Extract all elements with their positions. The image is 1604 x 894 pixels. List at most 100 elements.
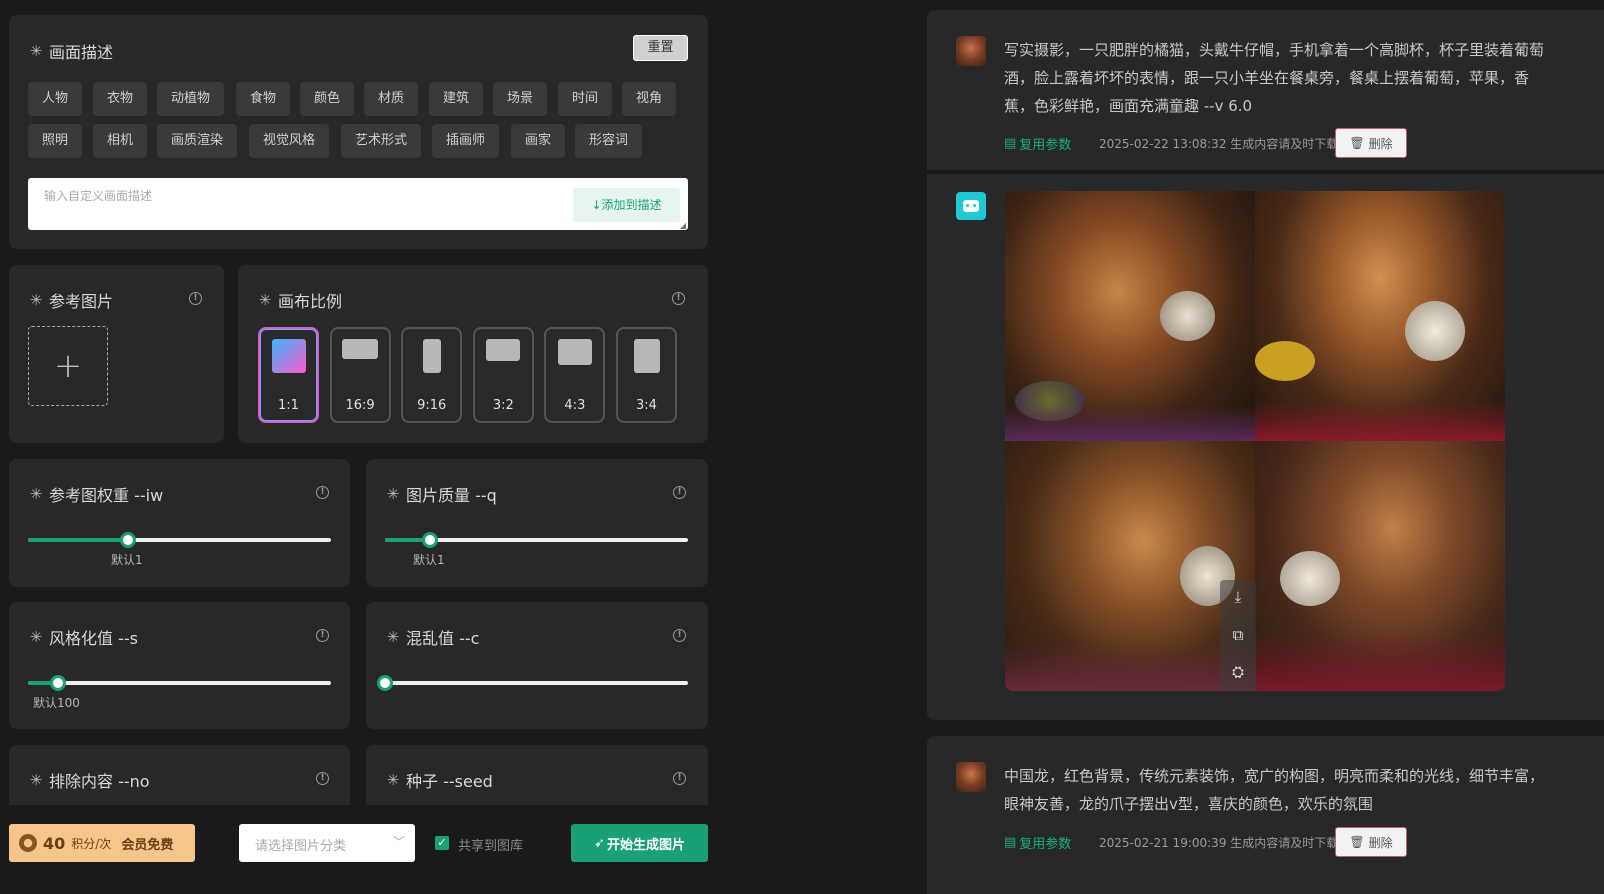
ratio-shape-icon	[342, 339, 379, 359]
ratio-label: 4:3	[564, 398, 586, 413]
generated-image-4[interactable]	[1255, 441, 1505, 691]
resize-handle-icon[interactable]: ◢	[680, 221, 686, 230]
tag-button[interactable]: 时间	[558, 82, 613, 116]
description-panel: ✳ 画面描述 重置 人物 衣物 动植物 食物 颜色 材质 建筑 场景 时间 视角 照明 相机 画质渲染…	[9, 15, 708, 249]
tag-button[interactable]: 照明	[28, 124, 83, 158]
tag-button[interactable]: 颜色	[300, 82, 355, 116]
tag-button[interactable]: 艺术形式	[341, 124, 422, 158]
tag-button[interactable]: 建筑	[429, 82, 484, 116]
upload-reference-button[interactable]: +	[28, 326, 108, 406]
param-s-slider[interactable]	[28, 675, 331, 691]
share-label: 共享到图库	[458, 839, 524, 854]
info-icon[interactable]: !	[673, 772, 686, 785]
tag-button[interactable]: 形容词	[575, 124, 643, 158]
ratio-option[interactable]: 16:9	[329, 327, 391, 423]
custom-description-placeholder: 输入自定义画面描述	[44, 189, 153, 203]
ratio-shape-icon	[271, 339, 306, 373]
tag-button[interactable]: 画质渲染	[157, 124, 238, 158]
tag-button[interactable]: 场景	[493, 82, 548, 116]
slider-knob[interactable]	[377, 675, 393, 691]
param-iw-hint: 默认1	[111, 553, 143, 567]
ratio-option[interactable]: 9:16	[401, 327, 463, 423]
tag-button[interactable]: 人物	[28, 82, 83, 116]
ratio-label: 9:16	[417, 398, 447, 413]
slider-fill	[28, 538, 128, 542]
ratio-option[interactable]: 3:2	[472, 327, 534, 423]
history-meta-1: 2025-02-22 13:08:32 生成内容请及时下载	[1099, 137, 1339, 151]
tag-button[interactable]: 视觉风格	[249, 124, 330, 158]
param-iw-title: ✳ 参考图权重 --iw	[29, 482, 163, 506]
category-select[interactable]: 请选择图片分类 ﹀	[239, 824, 415, 862]
param-c-slider[interactable]	[377, 675, 688, 691]
param-s-panel: ✳ 风格化值 --s ! 默认100	[9, 602, 350, 729]
tag-button[interactable]: 衣物	[93, 82, 148, 116]
tag-button[interactable]: 材质	[364, 82, 419, 116]
reuse-params-button-2[interactable]: ▤ 复用参数	[1004, 833, 1071, 852]
param-q-panel: ✳ 图片质量 --q ! 默认1	[366, 459, 708, 587]
delete-button-2[interactable]: 🗑 删除	[1335, 827, 1407, 857]
generated-image-2[interactable]	[1255, 191, 1505, 441]
ratio-option[interactable]: 4:3	[544, 327, 606, 423]
asterisk-icon: ✳	[386, 628, 400, 646]
asterisk-icon: ✳	[386, 485, 400, 503]
history-prompt-1: 写实摄影，一只肥胖的橘猫，头戴牛仔帽，手机拿着一个高脚杯，杯子里装着葡萄酒，脸上…	[1004, 41, 1545, 115]
info-icon[interactable]: !	[673, 486, 686, 499]
description-title: ✳ 画面描述	[29, 39, 113, 63]
variation-icon[interactable]: ⛭	[1222, 655, 1254, 689]
ratio-label: 1:1	[278, 398, 299, 413]
info-icon[interactable]: !	[316, 772, 329, 785]
slider-knob[interactable]	[422, 532, 439, 548]
canvas-ratio-title-label: 画布比例	[278, 292, 343, 311]
param-q-title: ✳ 图片质量 --q	[386, 482, 497, 506]
reset-button[interactable]: 重置	[633, 35, 688, 61]
copy-icon: ▤	[1004, 136, 1017, 151]
generated-image-3[interactable]	[1005, 441, 1255, 691]
tag-button[interactable]: 画家	[511, 124, 566, 158]
info-icon[interactable]: !	[189, 292, 202, 305]
delete-label-1: 删除	[1368, 136, 1393, 151]
info-icon[interactable]: !	[673, 629, 686, 642]
tag-button[interactable]: 插画师	[432, 124, 500, 158]
coin-icon: ●	[19, 834, 37, 852]
ratio-shape-icon	[633, 339, 660, 373]
slider-knob[interactable]	[119, 532, 136, 548]
ratio-label: 16:9	[345, 398, 375, 413]
trash-icon: 🗑	[1349, 835, 1365, 849]
copy-icon: ▤	[1004, 835, 1017, 850]
canvas-ratio-title: ✳ 画布比例	[258, 288, 342, 312]
param-iw-panel: ✳ 参考图权重 --iw ! 默认1	[9, 459, 350, 587]
info-icon[interactable]: !	[672, 292, 685, 305]
download-icon[interactable]: ⤓	[1222, 580, 1254, 614]
slider-knob[interactable]	[50, 675, 67, 691]
ratio-option[interactable]: 3:4	[616, 327, 677, 423]
tag-button[interactable]: 相机	[93, 124, 148, 158]
param-s-title-label: 风格化值 --s	[49, 629, 138, 648]
history-meta-2: 2025-02-21 19:00:39 生成内容请及时下载	[1099, 836, 1339, 850]
share-checkbox[interactable]: ✓	[435, 836, 449, 850]
custom-description-input[interactable]: 输入自定义画面描述 ↓添加到描述 ◢	[28, 178, 688, 230]
param-q-slider[interactable]	[385, 532, 688, 548]
generate-button[interactable]: ➶ 开始生成图片	[571, 824, 708, 862]
info-icon[interactable]: !	[316, 486, 329, 499]
delete-button-1[interactable]: 🗑 删除	[1335, 128, 1407, 158]
chevron-down-icon: ﹀	[392, 835, 405, 849]
tag-button[interactable]: 视角	[622, 82, 677, 116]
param-s-title: ✳ 风格化值 --s	[29, 625, 138, 649]
robot-icon	[956, 192, 986, 220]
info-icon[interactable]: !	[316, 629, 329, 642]
generated-image-1[interactable]	[1005, 191, 1255, 441]
points-badge: ● 40 积分/次 会员免费	[9, 824, 195, 862]
points-value: 40	[43, 833, 66, 853]
asterisk-icon: ✳	[386, 771, 400, 789]
expand-icon[interactable]: ⧉	[1222, 618, 1254, 652]
reuse-params-button-1[interactable]: ▤ 复用参数	[1004, 134, 1071, 153]
member-free-label: 会员免费	[121, 837, 174, 853]
asterisk-icon: ✳	[29, 291, 43, 309]
ratio-label: 3:2	[492, 398, 514, 413]
description-title-label: 画面描述	[49, 43, 114, 62]
tag-button[interactable]: 食物	[236, 82, 291, 116]
add-to-description-button[interactable]: ↓添加到描述	[573, 188, 680, 222]
param-iw-slider[interactable]	[28, 532, 331, 548]
tag-button[interactable]: 动植物	[157, 82, 225, 116]
ratio-option[interactable]: 1:1	[258, 327, 319, 423]
